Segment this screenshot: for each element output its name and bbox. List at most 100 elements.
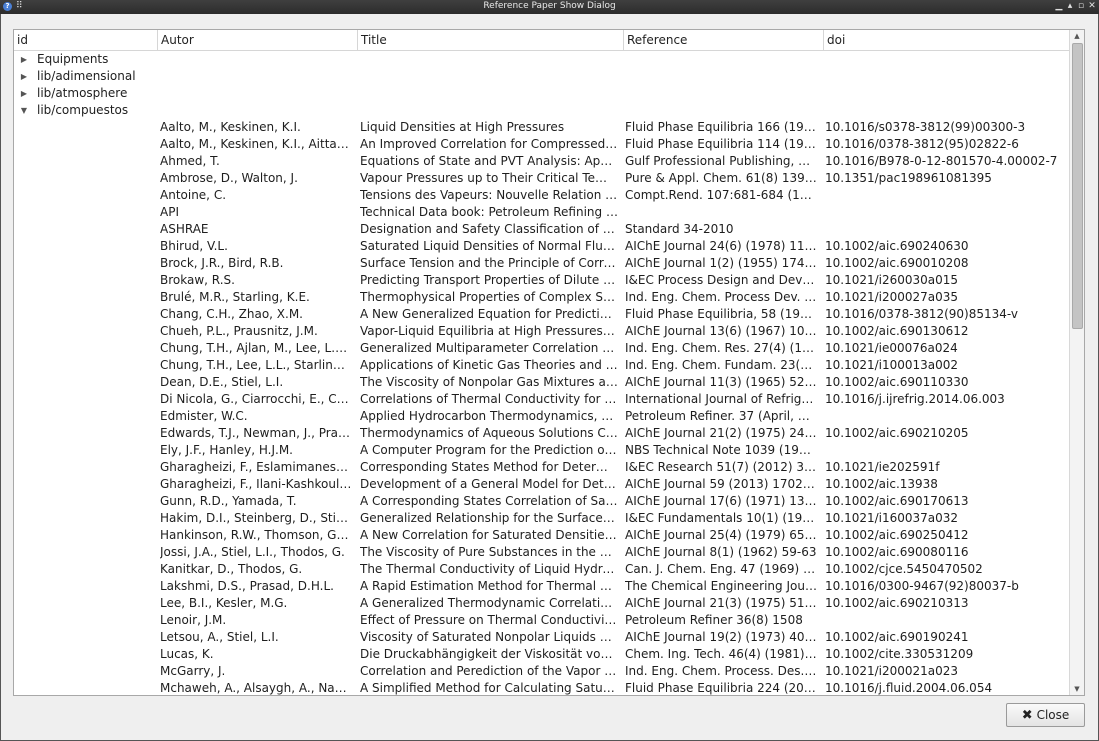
header-id[interactable]: id	[14, 30, 158, 50]
cell-title: Saturated Liquid Densities of Normal Flu…	[360, 239, 618, 253]
cell-title: Surface Tension and the Principle of Cor…	[360, 256, 618, 270]
cell-doi: 10.1021/i260030a015	[825, 273, 959, 287]
scrollbar-thumb[interactable]	[1072, 43, 1083, 329]
cell-reference	[625, 204, 817, 221]
collapsed-arrow-icon[interactable]: ▶	[18, 85, 30, 102]
cell-doi: 10.1002/aic.690240630	[825, 239, 969, 253]
cell-reference: AIChE Journal 24(6) (1978) 1127-...	[625, 239, 817, 253]
cell-autor: Letsou, A., Stiel, L.I.	[160, 630, 279, 644]
table-row[interactable]: Brulé, M.R., Starling, K.E. Thermophysica…	[14, 289, 1070, 306]
cell-doi: 10.1002/aic.690210313	[825, 596, 969, 610]
cell-title: The Viscosity of Nonpolar Gas Mixtures a…	[360, 375, 618, 389]
table-row[interactable]: Kanitkar, D., Thodos, G. The Thermal Cond…	[14, 561, 1070, 578]
shade-icon[interactable]: ▴	[1065, 1, 1075, 11]
table-row[interactable]: Lakshmi, D.S., Prasad, D.H.L. A Rapid Est…	[14, 578, 1070, 595]
cell-title: Generalized Multiparameter Correlation f…	[360, 341, 618, 355]
table-row[interactable]: Letsou, A., Stiel, L.I. Viscosity of Satu…	[14, 629, 1070, 646]
tree-group-label: lib/atmosphere	[37, 86, 128, 100]
cell-reference: Fluid Phase Equilibria 166 (1999)...	[625, 120, 817, 134]
cell-doi	[825, 221, 1065, 238]
cell-reference: Petroleum Refiner 36(8) 1508	[625, 613, 803, 627]
table-body: ▶ Equipments ▶ lib/adimensional ▶ lib/atmosph…	[14, 51, 1070, 695]
scroll-up-icon[interactable]: ▲	[1070, 30, 1084, 42]
table-row[interactable]: Lenoir, J.M. Effect of Pressure on Therma…	[14, 612, 1070, 629]
table-row[interactable]: Chung, T.H., Lee, L.L., Starling, K.E. Ap…	[14, 357, 1070, 374]
header-doi[interactable]: doi	[824, 30, 1070, 50]
cell-doi: 10.1021/i160037a032	[825, 511, 959, 525]
cell-autor: ASHRAE	[160, 222, 209, 236]
cell-autor: Lenoir, J.M.	[160, 613, 227, 627]
table-row[interactable]: McGarry, J. Correlation and Perediction o…	[14, 663, 1070, 680]
tree-group-row[interactable]: ▶ Equipments	[14, 51, 1070, 68]
table-row[interactable]: Ahmed, T. Equations of State and PVT Anal…	[14, 153, 1070, 170]
cell-title: Thermophysical Properties of Complex Sys…	[360, 290, 618, 304]
close-button-label: Close	[1036, 708, 1070, 722]
table-row[interactable]: Antoine, C. Tensions des Vapeurs: Nouvell…	[14, 187, 1070, 204]
table-row[interactable]: Gharagheizi, F., Eslamimanesh, ... Corres…	[14, 459, 1070, 476]
table-row[interactable]: Brokaw, R.S. Predicting Transport Propert…	[14, 272, 1070, 289]
table-row[interactable]: Gharagheizi, F., Ilani-Kashkouli, P... De…	[14, 476, 1070, 493]
table-row[interactable]: Edwards, T.J., Newman, J., Praus... Therm…	[14, 425, 1070, 442]
cell-doi: 10.1016/j.fluid.2004.06.054	[825, 681, 993, 695]
table-row[interactable]: ASHRAE Designation and Safety Classificat…	[14, 221, 1070, 238]
scroll-down-icon[interactable]: ▼	[1070, 683, 1084, 695]
tree-group-row[interactable]: ▶ lib/atmosphere	[14, 85, 1070, 102]
header-autor[interactable]: Autor	[158, 30, 358, 50]
tree-group-row[interactable]: ▼ lib/compuestos	[14, 102, 1070, 119]
cell-autor: Lucas, K.	[160, 647, 214, 661]
collapsed-arrow-icon[interactable]: ▶	[18, 51, 30, 68]
cell-reference: Fluid Phase Equilibria 224 (2004)...	[625, 681, 817, 695]
expanded-arrow-icon[interactable]: ▼	[18, 102, 30, 119]
table-row[interactable]: Bhirud, V.L. Saturated Liquid Densities o…	[14, 238, 1070, 255]
table-header: id Autor Title Reference doi	[14, 30, 1070, 51]
cell-title: The Thermal Conductivity of Liquid Hydro…	[360, 562, 618, 576]
table-row[interactable]: Chang, C.H., Zhao, X.M. A New Generalized…	[14, 306, 1070, 323]
cell-reference: International Journal of Refriger...	[625, 392, 817, 406]
table-row[interactable]: Ambrose, D., Walton, J. Vapour Pressures …	[14, 170, 1070, 187]
cell-autor: Gunn, R.D., Yamada, T.	[160, 494, 297, 508]
collapsed-arrow-icon[interactable]: ▶	[18, 68, 30, 85]
cell-reference: I&EC Fundamentals 10(1) (1971) ...	[625, 511, 817, 525]
cell-reference: Ind. Eng. Chem. Process. Des. D...	[625, 664, 817, 678]
cell-autor: Gharagheizi, F., Eslamimanesh, ...	[160, 460, 352, 474]
header-title[interactable]: Title	[358, 30, 624, 50]
table-row[interactable]: Lucas, K. Die Druckabhängigkeit der Visko…	[14, 646, 1070, 663]
cell-reference: AIChE Journal 21(2) (1975) 248-259	[625, 426, 817, 440]
header-reference[interactable]: Reference	[624, 30, 824, 50]
cell-reference: Gulf Professional Publishing, 20...	[625, 154, 817, 168]
table-row[interactable]: Brock, J.R., Bird, R.B. Surface Tension a…	[14, 255, 1070, 272]
close-window-icon[interactable]: ✕	[1087, 1, 1097, 11]
table-row[interactable]: Edmister, W.C. Applied Hydrocarbon Thermo…	[14, 408, 1070, 425]
minimize-icon[interactable]: ▁	[1054, 1, 1064, 11]
cell-doi: 10.1016/B978-0-12-801570-4.00002-7	[825, 154, 1058, 168]
table-row[interactable]: Gunn, R.D., Yamada, T. A Corresponding St…	[14, 493, 1070, 510]
table-row[interactable]: Ely, J.F., Hanley, H.J.M. A Computer Prog…	[14, 442, 1070, 459]
reference-tree-view[interactable]: id Autor Title Reference doi ▶ Equipments…	[13, 29, 1085, 696]
table-row[interactable]: Aalto, M., Keskinen, K.I., Aittama... An …	[14, 136, 1070, 153]
cell-title: Vapour Pressures up to Their Critical Te…	[360, 171, 618, 185]
cell-reference: AIChE Journal 17(6) (1971) 1341-...	[625, 494, 817, 508]
cell-title: Thermodynamics of Aqueous Solutions Con.…	[360, 426, 618, 440]
cell-title: Generalized Relationship for the Surface…	[360, 511, 618, 525]
table-row[interactable]: Chung, T.H., Ajlan, M., Lee, L.L., S... G…	[14, 340, 1070, 357]
table-row[interactable]: Mchaweh, A., Alsaygh, A., Nasrif... A Sim…	[14, 680, 1070, 695]
close-button[interactable]: ✖ Close	[1006, 703, 1085, 727]
table-row[interactable]: Di Nicola, G., Ciarrocchi, E., Cocci... C…	[14, 391, 1070, 408]
cell-doi: 10.1021/i200027a035	[825, 290, 959, 304]
cell-doi	[825, 612, 1065, 629]
cell-title: Applied Hydrocarbon Thermodynamics, Par.…	[360, 409, 618, 423]
table-row[interactable]: Chueh, P.L., Prausnitz, J.M. Vapor-Liquid…	[14, 323, 1070, 340]
cell-autor: Chueh, P.L., Prausnitz, J.M.	[160, 324, 318, 338]
tree-group-row[interactable]: ▶ lib/adimensional	[14, 68, 1070, 85]
table-row[interactable]: Hakim, D.I., Steinberg, D., Stiel, L.I. G…	[14, 510, 1070, 527]
table-row[interactable]: Aalto, M., Keskinen, K.I. Liquid Densitie…	[14, 119, 1070, 136]
table-row[interactable]: Hankinson, R.W., Thomson, G.H. A New Corr…	[14, 527, 1070, 544]
table-row[interactable]: Jossi, J.A., Stiel, L.I., Thodos, G. The …	[14, 544, 1070, 561]
table-row[interactable]: API Technical Data book: Petroleum Refini…	[14, 204, 1070, 221]
table-row[interactable]: Dean, D.E., Stiel, L.I. The Viscosity of …	[14, 374, 1070, 391]
vertical-scrollbar[interactable]: ▲ ▼	[1069, 30, 1084, 695]
cell-autor: Chung, T.H., Lee, L.L., Starling, K.E.	[160, 358, 352, 372]
table-row[interactable]: Lee, B.I., Kesler, M.G. A Generalized The…	[14, 595, 1070, 612]
maximize-icon[interactable]: ▫	[1076, 1, 1086, 11]
cell-reference: Fluid Phase Equilibria, 58 (1990) ...	[625, 307, 817, 321]
